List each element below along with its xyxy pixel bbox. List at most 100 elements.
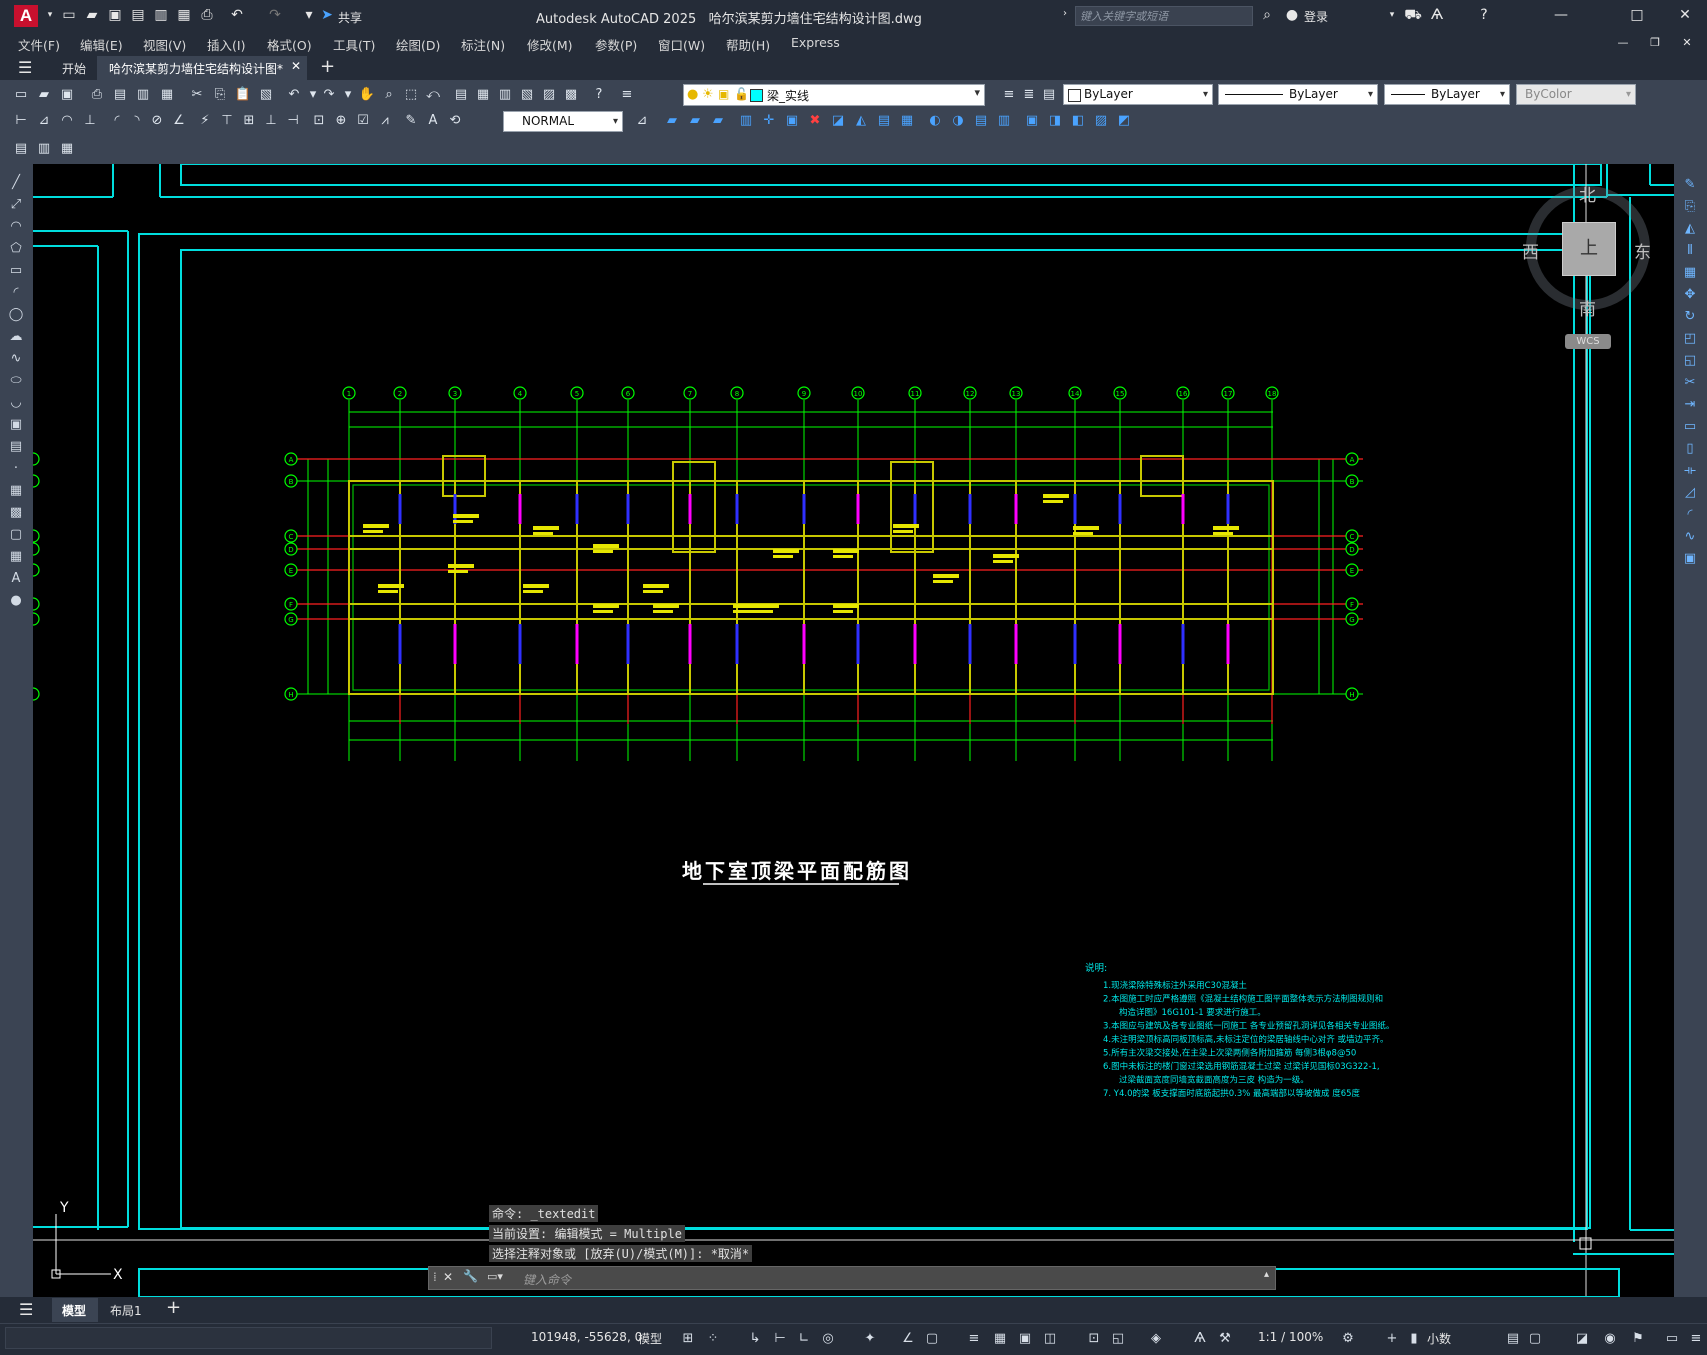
break-at-point-icon[interactable]: ▭ — [1680, 418, 1700, 436]
help-icon[interactable]: ? — [1475, 6, 1493, 24]
login-button[interactable]: 登录 — [1304, 8, 1328, 25]
sun-icon[interactable]: ☀ — [702, 87, 714, 102]
chevron-down-icon[interactable]: ▾ — [1500, 85, 1505, 104]
lineweight-icon[interactable]: ≡ — [964, 1330, 984, 1348]
units-icon[interactable]: ▮ — [1404, 1330, 1424, 1348]
arc-icon[interactable]: ◜ — [6, 284, 26, 302]
chevron-up-icon[interactable]: ▴ — [1264, 1269, 1269, 1280]
add-selected-icon[interactable]: ● — [6, 592, 26, 610]
redo-icon[interactable]: ↷ — [320, 86, 338, 104]
erase-icon[interactable]: ✎ — [1680, 176, 1700, 194]
baseline-icon[interactable]: ⊤ — [218, 112, 236, 130]
inspection-icon[interactable]: ☑ — [354, 112, 372, 130]
circle-icon[interactable]: ◯ — [6, 306, 26, 324]
new-icon[interactable]: ▭ — [12, 86, 30, 104]
tool-g-icon[interactable]: ✖ — [806, 112, 824, 130]
cut-icon[interactable]: ✂ — [188, 86, 206, 104]
ortho-icon[interactable]: ∟ — [794, 1330, 814, 1348]
quick-dim-icon[interactable]: ⚡ — [196, 112, 214, 130]
hatch-icon[interactable]: ▦ — [6, 482, 26, 500]
ellipse-arc-icon[interactable]: ◡ — [6, 394, 26, 412]
tool-i-icon[interactable]: ◭ — [852, 112, 870, 130]
doc-close-icon[interactable]: ✕ — [1678, 34, 1696, 52]
break-icon[interactable]: ▯ — [1680, 440, 1700, 458]
share-button[interactable]: 共享 — [338, 9, 362, 26]
save-icon[interactable]: ▣ — [106, 6, 124, 24]
grip-icon[interactable]: ⁞ — [433, 1270, 437, 1284]
search-input[interactable]: 键入关键字或短语 — [1075, 6, 1253, 26]
chamfer-icon[interactable]: ◿ — [1680, 484, 1700, 502]
tab-document[interactable]: 哈尔滨某剪力墙住宅结构设计图* ✕ — [97, 56, 307, 81]
pan-icon[interactable]: ✋ — [358, 86, 376, 104]
redo-list-icon[interactable]: ▾ — [339, 86, 357, 104]
close-icon[interactable]: ✕ — [443, 1270, 453, 1284]
clean-screen-icon[interactable]: ⚑ — [1628, 1330, 1648, 1348]
isodraft-icon[interactable]: ✦ — [860, 1330, 880, 1348]
autodesk-app-icon[interactable]: Ѧ — [1428, 6, 1446, 24]
minimize-icon[interactable]: — — [1552, 6, 1570, 24]
gizmo-icon[interactable]: ◈ — [1146, 1330, 1166, 1348]
tool-j-icon[interactable]: ▤ — [875, 112, 893, 130]
help-icon[interactable]: ? — [590, 86, 608, 104]
table-icon[interactable]: ▦ — [6, 548, 26, 566]
menu-help[interactable]: 帮助(H) — [726, 35, 770, 54]
annotation-visibility-icon[interactable]: Ѧ — [1190, 1330, 1210, 1348]
calculator-icon[interactable]: ▩ — [562, 86, 580, 104]
copy-icon[interactable]: ⎘ — [1680, 198, 1700, 216]
dim-text-edit-icon[interactable]: A — [424, 112, 442, 130]
chevron-down-icon[interactable]: ▾ — [1368, 85, 1373, 104]
layout-menu-icon[interactable]: ☰ — [19, 1300, 33, 1319]
offset-icon[interactable]: ⫴ — [1680, 242, 1700, 260]
quick-properties-icon[interactable]: ▤ — [1503, 1330, 1523, 1348]
annotation-scale[interactable]: 1:1 / 100% — [1258, 1330, 1323, 1344]
construction-line-icon[interactable]: ⤢ — [6, 196, 26, 214]
object-snap-tracking-icon[interactable]: ∠ — [898, 1330, 918, 1348]
share-icon[interactable]: ➤ — [318, 6, 336, 24]
polygon-icon[interactable]: ⬠ — [6, 240, 26, 258]
tool-k-icon[interactable]: ▦ — [898, 112, 916, 130]
doc-minimize-icon[interactable]: — — [1614, 34, 1632, 52]
infer-constraints-icon[interactable]: ↳ — [745, 1330, 765, 1348]
hamburger-menu-icon[interactable]: ☰ — [18, 58, 32, 77]
scale-icon[interactable]: ◰ — [1680, 330, 1700, 348]
publish-icon[interactable]: ▥ — [134, 86, 152, 104]
save-icon[interactable]: ▣ — [58, 86, 76, 104]
model-space-toggle[interactable]: 模型 — [638, 1330, 662, 1347]
viewcube-west[interactable]: 西 — [1522, 238, 1539, 263]
wrench-icon[interactable]: 🔧 — [463, 1269, 478, 1283]
dynamic-ucs-icon[interactable]: ⊡ — [1084, 1330, 1104, 1348]
close-icon[interactable]: ✕ — [1676, 6, 1694, 24]
polyline-icon[interactable]: ◠ — [6, 218, 26, 236]
wcs-menu[interactable]: WCS — [1565, 334, 1611, 349]
export-icon[interactable]: ▦ — [175, 6, 193, 24]
tool-f-icon[interactable]: ▣ — [783, 112, 801, 130]
tool-b-icon[interactable]: ▰ — [686, 112, 704, 130]
annotation-monitor-icon[interactable]: + — [1382, 1330, 1402, 1348]
chevron-down-icon[interactable]: ▾ — [1203, 85, 1208, 104]
arc-length-icon[interactable]: ◠ — [58, 112, 76, 130]
paste-icon[interactable]: 📋 — [234, 86, 252, 104]
zoom-previous-icon[interactable]: ⤺ — [424, 86, 442, 104]
dim-edit-icon[interactable]: ✎ — [402, 112, 420, 130]
coordinates-readout[interactable]: 101948, -55628, 0 — [531, 1330, 642, 1344]
fillet-icon[interactable]: ◜ — [1680, 506, 1700, 524]
gradient-icon[interactable]: ▩ — [6, 504, 26, 522]
menu-format[interactable]: 格式(O) — [267, 35, 312, 54]
color-dropdown[interactable]: ByLayer ▾ — [1063, 84, 1213, 105]
user-icon[interactable]: ● — [1283, 6, 1301, 24]
selection-filter-icon[interactable]: ◱ — [1108, 1330, 1128, 1348]
layer-state-icon[interactable]: ▤ — [1040, 86, 1058, 104]
tab-close-icon[interactable]: ✕ — [291, 59, 301, 73]
dim-update-icon[interactable]: ⟲ — [446, 112, 464, 130]
undo-icon[interactable]: ↶ — [285, 86, 303, 104]
menu-window[interactable]: 窗口(W) — [658, 35, 705, 54]
chevron-down-icon[interactable]: ▾ — [41, 6, 59, 24]
tool-palettes-icon[interactable]: ▥ — [496, 86, 514, 104]
viewcube-south[interactable]: 南 — [1579, 295, 1596, 320]
redo-icon[interactable]: ↷ — [266, 6, 284, 24]
mirror-icon[interactable]: ◭ — [1680, 220, 1700, 238]
publish-3d-icon[interactable]: ▦ — [158, 86, 176, 104]
markup-icon[interactable]: ▨ — [540, 86, 558, 104]
menu-edit[interactable]: 编辑(E) — [80, 35, 123, 54]
dim-space-icon[interactable]: ⊥ — [262, 112, 280, 130]
